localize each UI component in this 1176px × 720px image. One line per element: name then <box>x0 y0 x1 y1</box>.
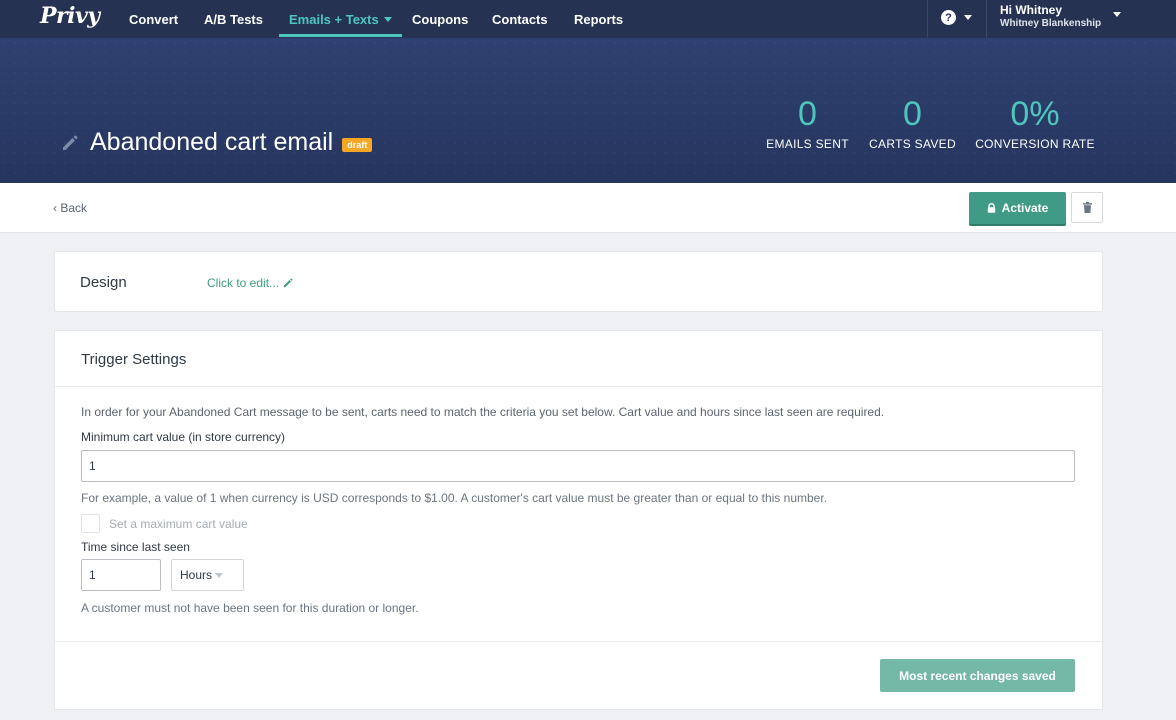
time-unit-value: Hours <box>180 568 213 582</box>
stat-label: CONVERSION RATE <box>975 137 1095 151</box>
stat-emails-sent: 0 EMAILS SENT <box>766 94 849 151</box>
edit-design-link[interactable]: Click to edit... <box>207 276 294 290</box>
design-label: Design <box>80 274 127 291</box>
stat-conversion-rate: 0% CONVERSION RATE <box>975 94 1095 151</box>
pencil-icon <box>283 278 293 288</box>
trigger-settings-card: Trigger Settings In order for your Aband… <box>54 330 1103 710</box>
status-badge: draft <box>342 138 373 152</box>
nav-item-label: Convert <box>129 11 179 27</box>
stat-value: 0% <box>1010 95 1060 133</box>
nav-divider <box>986 0 987 38</box>
activate-button-label: Activate <box>1001 201 1049 215</box>
top-navigation: Privy Convert A/B Tests Emails + Texts C… <box>0 0 1176 38</box>
campaign-header: Abandoned cart email draft 0 EMAILS SENT… <box>0 38 1176 183</box>
help-menu[interactable]: ? <box>941 10 972 25</box>
time-since-last-seen-help: A customer must not have been seen for t… <box>81 601 419 615</box>
back-link[interactable]: ‹ Back <box>53 201 87 215</box>
edit-design-label: Click to edit... <box>207 276 280 290</box>
stat-label: CARTS SAVED <box>869 137 956 151</box>
nav-item-contacts[interactable]: Contacts <box>492 0 548 38</box>
stat-value: 0 <box>798 95 817 133</box>
stat-carts-saved: 0 CARTS SAVED <box>869 94 956 151</box>
delete-button[interactable] <box>1071 192 1103 223</box>
nav-item-label: Reports <box>574 11 624 27</box>
nav-item-emails-texts[interactable]: Emails + Texts <box>279 0 402 38</box>
trigger-intro-text: In order for your Abandoned Cart message… <box>81 405 885 419</box>
chevron-down-icon[interactable] <box>1113 12 1121 17</box>
nav-item-label: Emails + Texts <box>289 11 379 27</box>
save-status-button[interactable]: Most recent changes saved <box>880 659 1075 692</box>
nav-item-convert[interactable]: Convert <box>129 0 178 38</box>
trigger-settings-footer: Most recent changes saved <box>55 641 1102 710</box>
question-circle-icon: ? <box>941 10 956 25</box>
max-cart-value-checkbox[interactable] <box>81 514 100 533</box>
pencil-icon[interactable] <box>60 133 80 153</box>
chevron-down-icon <box>215 572 224 578</box>
user-menu[interactable]: Hi Whitney Whitney Blankenship <box>1000 4 1101 30</box>
design-card: Design Click to edit... <box>54 251 1103 312</box>
trigger-settings-title: Trigger Settings <box>55 331 1102 387</box>
chevron-down-icon <box>383 16 392 22</box>
time-since-last-seen-input[interactable] <box>81 559 161 591</box>
max-cart-value-label: Set a maximum cart value <box>109 516 248 531</box>
stat-value: 0 <box>903 95 922 133</box>
nav-item-label: A/B Tests <box>204 11 263 27</box>
nav-divider <box>927 0 928 38</box>
title-row: Abandoned cart email draft <box>60 128 373 157</box>
privy-logo[interactable]: Privy <box>40 3 100 29</box>
chevron-down-icon <box>964 15 972 20</box>
nav-item-reports[interactable]: Reports <box>574 0 623 38</box>
min-cart-value-help: For example, a value of 1 when currency … <box>81 491 828 505</box>
nav-item-coupons[interactable]: Coupons <box>412 0 468 38</box>
lock-icon <box>987 203 995 213</box>
active-tab-indicator <box>279 34 402 37</box>
stat-label: EMAILS SENT <box>766 137 849 151</box>
time-since-last-seen-label: Time since last seen <box>81 540 190 554</box>
user-greeting: Hi Whitney <box>1000 3 1062 17</box>
user-name: Whitney Blankenship <box>1000 18 1102 29</box>
nav-item-ab-tests[interactable]: A/B Tests <box>204 0 263 38</box>
trash-icon <box>1082 202 1092 213</box>
min-cart-value-label: Minimum cart value (in store currency) <box>81 430 286 444</box>
nav-item-label: Contacts <box>492 11 548 27</box>
nav-item-label: Coupons <box>412 11 469 27</box>
max-cart-value-toggle[interactable]: Set a maximum cart value <box>81 514 248 533</box>
time-unit-select[interactable]: Hours <box>171 559 244 591</box>
activate-button[interactable]: Activate <box>969 192 1066 224</box>
action-bar: ‹ Back Activate <box>0 183 1176 233</box>
min-cart-value-input[interactable] <box>81 450 1075 482</box>
page-title[interactable]: Abandoned cart email <box>90 128 333 157</box>
